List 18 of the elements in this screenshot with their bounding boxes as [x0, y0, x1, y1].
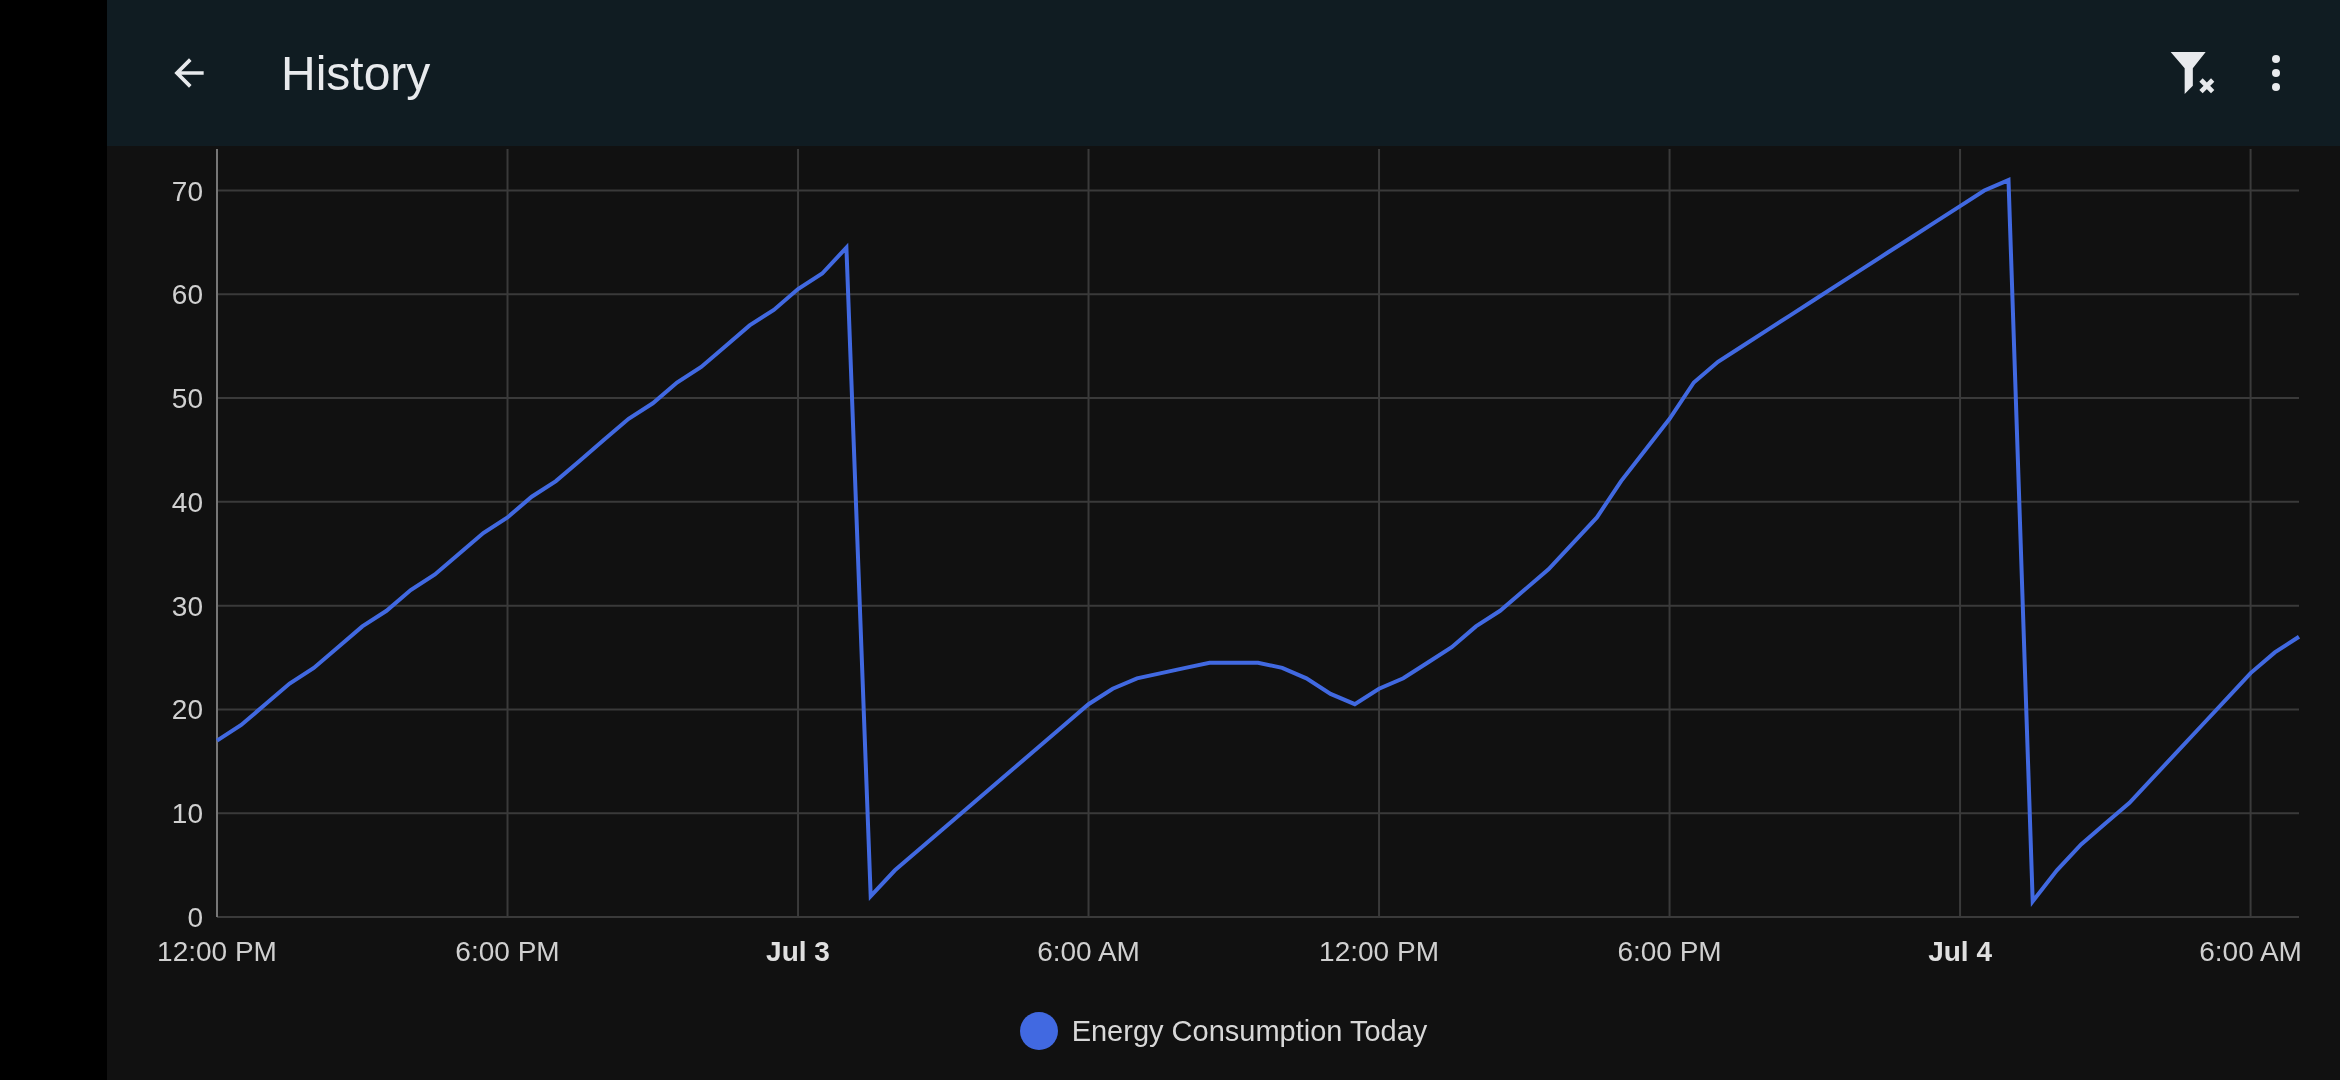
x-axis-label: 6:00 AM — [2199, 936, 2302, 967]
y-axis-label: 20 — [171, 694, 203, 726]
x-axis-label: Jul 4 — [1928, 936, 1992, 967]
y-axis-label: 30 — [171, 590, 203, 622]
y-axis-label: 60 — [171, 279, 203, 311]
y-axis-label: 50 — [171, 383, 203, 415]
x-axis-label: Jul 3 — [766, 936, 830, 967]
x-axis-label: 6:00 PM — [1617, 936, 1722, 967]
y-axis-label: 40 — [171, 486, 203, 518]
x-axis-label: 6:00 PM — [455, 936, 560, 967]
x-axis-label: 12:00 PM — [157, 936, 277, 967]
y-axis-label: 0 — [187, 902, 203, 933]
page-title: History — [281, 45, 431, 101]
x-axis-label: 6:00 AM — [1037, 936, 1140, 967]
legend-label[interactable]: Energy Consumption Today — [1071, 1014, 1428, 1048]
y-axis-label: 10 — [171, 798, 203, 830]
y-axis-label: 70 — [171, 175, 203, 207]
x-axis-label: 12:00 PM — [1319, 936, 1439, 967]
